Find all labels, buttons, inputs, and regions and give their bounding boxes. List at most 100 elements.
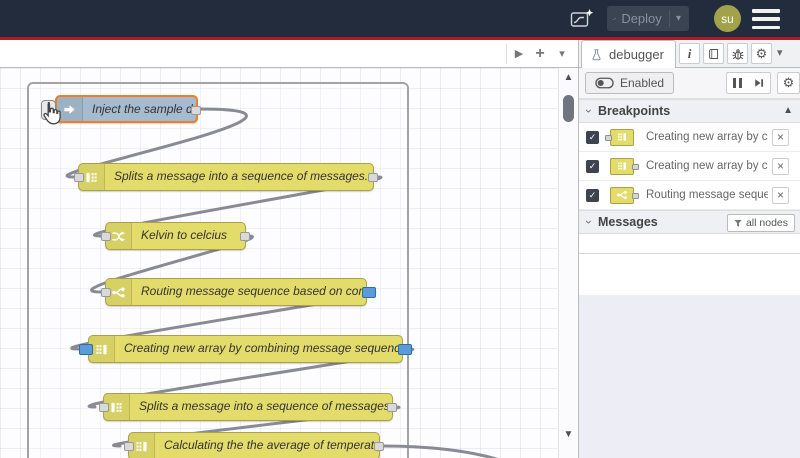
breakpoint-checkbox[interactable]: ✓ [586,188,599,202]
node-join[interactable]: Creating new array by combining message … [79,335,412,363]
breakpoints-section-header[interactable]: › Breakpoints ▲ [579,99,800,123]
output-port[interactable] [374,442,384,451]
deploy-button[interactable]: Deploy ▾ [607,6,689,31]
output-port[interactable] [368,173,378,182]
node-split[interactable]: Splits a message into a sequence of mess… [99,393,397,421]
debugger-settings-button[interactable]: ⚙ [777,72,800,94]
remove-breakpoint-button[interactable]: × [772,186,789,204]
remove-breakpoint-button[interactable]: × [772,157,789,175]
deploy-options-caret-icon[interactable]: ▾ [674,13,683,24]
remove-breakpoint-button[interactable]: × [772,128,789,146]
breakpoint-row[interactable]: ✓ Creating new array by combining messag… [579,123,800,152]
gear-icon: ⚙ [782,75,795,90]
breakpoint-label: Routing message sequence based on condit… [646,189,768,201]
scroll-to-top-icon[interactable]: ▲ [783,105,793,116]
toggle-icon [595,77,614,89]
book-icon [709,48,719,59]
pause-button[interactable] [726,72,749,94]
tabbar-separator [506,44,507,64]
messages-title: Messages [598,215,658,229]
node-change[interactable]: Kelvin to celcius [101,222,250,250]
hand-cursor-icon [43,101,61,125]
output-port[interactable] [191,106,201,115]
input-port[interactable] [74,173,84,182]
breakpoint-row[interactable]: ✓ Routing message sequence based on cond… [579,181,800,210]
output-port-breakpoint[interactable] [398,344,412,355]
flow-list-caret-icon[interactable]: ▾ [553,40,571,67]
node-label: Kelvin to celcius [141,228,228,242]
debug-tab-button[interactable] [727,43,748,64]
node-inject[interactable]: Inject the sample data [41,95,201,123]
main-menu-button[interactable] [752,9,780,29]
join-node-icon [605,128,634,146]
help-tab-button[interactable] [703,43,724,64]
settings-tab-button[interactable]: ⚙ [751,43,772,64]
breakpoint-checkbox[interactable]: ✓ [586,130,599,144]
sidebar-tab-bar: debugger i ⚙ ▾ [579,40,800,68]
scrollbar-thumb[interactable] [563,95,574,122]
pause-icon [733,78,742,88]
input-port[interactable] [99,403,109,412]
workspace-tab-bar: ▶ + ▾ [0,40,578,68]
chevron-down-icon: › [582,220,596,224]
messages-section-header[interactable]: › Messages all nodes [579,210,800,234]
tab-debugger-label: debugger [609,47,664,62]
chevron-down-icon: › [582,109,596,113]
scroll-down-icon[interactable]: ▼ [559,429,578,440]
deploy-flow-icon [613,17,617,20]
input-port[interactable] [101,232,111,241]
node-switch[interactable]: Routing message sequence based on condit… [101,278,376,306]
output-port[interactable] [387,403,397,412]
output-port-icon [632,192,639,199]
breakpoint-checkbox[interactable]: ✓ [586,159,599,173]
info-tab-button[interactable]: i [679,43,700,64]
output-port-breakpoint[interactable] [362,287,376,298]
input-port-breakpoint[interactable] [79,344,93,355]
enabled-label: Enabled [620,76,665,90]
sidebar-background [579,295,800,458]
node-label: Routing message sequence based on condit… [141,284,366,298]
gear-icon: ⚙ [755,45,768,61]
message-filter-button[interactable]: all nodes [726,214,795,232]
hamburger-icon [752,9,780,13]
hamburger-icon [752,25,780,29]
node-red-app: Deploy ▾ su ▶ + ▾ Inject the sample Spli… [0,0,800,458]
scroll-up-icon[interactable]: ▲ [559,72,578,83]
input-port[interactable] [124,442,134,451]
canvas-scrollbar[interactable]: ▲ ▼ [558,68,577,458]
deploy-label: Deploy [621,11,662,26]
breakpoint-row[interactable]: ✓ Creating new array by combining messag… [579,152,800,181]
step-button[interactable] [748,72,771,94]
node-join[interactable]: Calculating the the average of temperatu… [124,432,384,458]
node-label: Splits a message into a sequence of mess… [114,169,369,183]
output-port-icon [632,163,639,170]
tab-scroll-right-icon[interactable]: ▶ [510,40,528,67]
sidebar-options-caret-icon[interactable]: ▾ [777,46,783,59]
bug-icon [732,48,743,60]
hamburger-icon [752,17,780,21]
breakpoints-title: Breakpoints [598,104,671,118]
tab-debugger[interactable]: debugger [581,40,676,68]
user-avatar[interactable]: su [714,5,741,32]
filter-label: all nodes [745,217,788,229]
wire [380,444,499,458]
node-label: Inject the sample data [92,102,196,116]
node-label: Creating new array by combining message … [124,341,402,355]
flask-icon [592,48,601,60]
add-flow-icon[interactable]: + [531,40,549,67]
debugger-enabled-toggle[interactable]: Enabled [585,72,675,94]
breakpoint-label: Creating new array by combining message … [646,160,768,172]
join-node-icon [610,157,639,175]
node-label: Splits a message into a sequence of mess… [139,399,392,413]
info-icon: i [687,45,692,61]
flow-canvas[interactable]: Inject the sample data Splits a message … [0,68,558,458]
messages-empty-area [579,234,800,254]
funnel-icon [734,219,742,227]
node-label: Calculating the the average of temperatu… [164,438,379,452]
switch-node-icon [610,186,639,204]
ai-assistant-button[interactable] [566,5,598,32]
node-split[interactable]: Splits a message into a sequence of mess… [74,163,378,191]
output-port[interactable] [240,232,250,241]
input-port[interactable] [101,288,111,297]
flow-sparkle-icon [570,8,594,27]
